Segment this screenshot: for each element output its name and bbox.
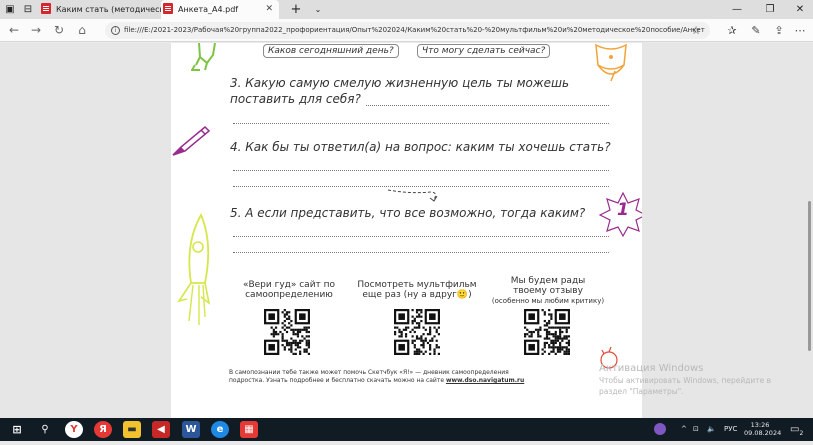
qr-label-line: ) <box>468 290 472 300</box>
network-icon[interactable]: ⊡ <box>693 418 699 441</box>
info-icon: i <box>111 26 120 35</box>
tab-anketa[interactable]: Анкета_A4.pdf ✕ <box>161 0 279 19</box>
pen-icon[interactable]: ✎ <box>746 19 766 42</box>
tab-methodical[interactable]: Каким стать (методически <box>41 0 170 19</box>
close-tab-icon[interactable]: ✕ <box>265 0 273 19</box>
bell-doodle <box>595 43 627 82</box>
file-explorer-icon[interactable]: ▬ <box>123 421 141 438</box>
qr-code-feedback[interactable] <box>524 309 570 355</box>
url-text: file:///E:/2021-2023/Рабочая%20группа202… <box>124 26 705 34</box>
pen-doodle <box>172 125 211 156</box>
question-4: 4. Как бы ты ответил(а) на вопрос: каким… <box>230 140 611 154</box>
start-windows-icon[interactable]: ⊞ <box>8 421 26 438</box>
qr-label-line: твоему отзыву <box>513 286 583 296</box>
taskbar: ⊞ ⚲ Y Я ▬ ◀ W e ▦ ^ ⊡ 🔈 РУС 13:26 09.08.… <box>0 418 813 441</box>
notification-count: 2 <box>799 430 804 437</box>
search-icon[interactable]: ⚲ <box>36 421 54 438</box>
word-icon[interactable]: W <box>182 421 200 438</box>
notification-center-icon[interactable]: ▭2 <box>790 418 803 441</box>
pdf-page: 1 Каков сегодняшний день? Что могу сдела… <box>171 43 642 418</box>
pdf-icon <box>163 3 173 14</box>
more-icon[interactable]: ⋯ <box>790 19 810 42</box>
tab-label: Каким стать (методически <box>56 5 170 14</box>
star-badge-number: 1 <box>617 200 629 220</box>
arrow-doodle <box>387 189 438 202</box>
footer-line: подростка. Узнать подробнее и бесплатно … <box>229 377 445 384</box>
qr-label-feedback: Мы будем рады твоему отзыву (особенно мы… <box>485 276 611 306</box>
watermark-title: Активация Windows <box>599 363 704 374</box>
qr-label-line: Мы будем рады <box>510 276 586 286</box>
question-3-line2: поставить для себя? <box>230 92 361 106</box>
alice-assistant-icon[interactable] <box>654 418 666 441</box>
clock-time: 13:26 <box>750 421 770 429</box>
pdf-viewer: 1 Каков сегодняшний день? Что могу сдела… <box>0 43 813 418</box>
language-indicator[interactable]: РУС <box>724 418 737 441</box>
gallery-app-icon[interactable]: ▦ <box>240 421 258 438</box>
refresh-icon[interactable]: ↻ <box>49 19 69 42</box>
yandex-browser-icon[interactable]: Y <box>65 421 83 438</box>
footer-link[interactable]: www.dso.navigatum.ru <box>446 377 524 384</box>
footer-note: В самопознании тебе также может помочь С… <box>229 369 524 385</box>
tab-label: Анкета_A4.pdf <box>178 5 239 14</box>
answer-line[interactable] <box>233 252 609 253</box>
favorite-star-icon[interactable]: ☆ <box>686 19 706 42</box>
browser-menu-icon[interactable]: ▣ <box>0 0 20 19</box>
question-5: 5. А если представить, что все возможно,… <box>230 206 586 220</box>
pill-today: Каков сегодняшний день? <box>263 44 399 58</box>
tab-bar: ▣ ⊟ Каким стать (методически Анкета_A4.p… <box>0 0 813 19</box>
qr-label-line: еще раз (ну а вдруг <box>362 290 457 300</box>
address-bar: ← → ↻ ⌂ i file:///E:/2021-2023/Рабочая%2… <box>0 19 813 42</box>
monster-doodle <box>191 43 216 71</box>
yandex-icon[interactable]: Я <box>94 421 112 438</box>
answer-line[interactable] <box>233 170 609 171</box>
qr-label-line: «Вери гуд» сайт по <box>242 280 336 290</box>
rocket-doodle <box>177 213 211 325</box>
clock[interactable]: 13:26 09.08.2024 <box>744 421 782 437</box>
scrollbar-thumb[interactable] <box>808 201 811 351</box>
windows-activation-watermark: Активация Windows Чтобы активировать Win… <box>599 363 771 397</box>
answer-line[interactable] <box>366 105 609 106</box>
answer-line[interactable] <box>233 186 609 187</box>
qr-label-cartoon: Посмотреть мультфильм еще раз (ну а вдру… <box>353 280 481 300</box>
smile-emoji-icon: 🙂 <box>456 290 469 300</box>
footer-line: В самопознании тебе также может помочь С… <box>229 369 509 376</box>
minimize-button[interactable]: — <box>722 0 752 19</box>
question-3-line1: 3. Какую самую смелую жизненную цель ты … <box>230 76 570 90</box>
edge-icon[interactable]: e <box>211 421 229 438</box>
share-icon[interactable]: ⇪ <box>769 19 789 42</box>
show-hidden-icons-icon[interactable]: ^ <box>681 418 687 441</box>
tab-actions-icon[interactable]: ⊟ <box>18 0 38 19</box>
qr-label-line: (особенно мы любим критику) <box>491 297 605 305</box>
forward-icon[interactable]: → <box>26 19 46 42</box>
pill-now: Что могу сделать сейчас? <box>417 44 551 58</box>
pdf-icon <box>41 3 51 14</box>
pdf-app-icon[interactable]: ◀ <box>152 421 170 438</box>
favorites-icon[interactable]: ✰ <box>722 19 742 42</box>
answer-line[interactable] <box>233 123 609 124</box>
back-icon[interactable]: ← <box>4 19 24 42</box>
tab-dropdown-icon[interactable]: ⌄ <box>303 0 333 19</box>
qr-code-cartoon[interactable] <box>394 309 440 355</box>
volume-icon[interactable]: 🔈 <box>707 418 716 441</box>
close-window-button[interactable]: ✕ <box>785 0 813 19</box>
qr-label-line: Посмотреть мультфильм <box>357 280 477 290</box>
watermark-line: раздел "Параметры". <box>599 387 684 396</box>
qr-label-site: «Вери гуд» сайт по самоопределению <box>239 280 339 300</box>
watermark-line: Чтобы активировать Windows, перейдите в <box>599 376 772 385</box>
answer-line[interactable] <box>233 236 609 237</box>
url-field[interactable]: i file:///E:/2021-2023/Рабочая%20группа2… <box>105 22 710 39</box>
clock-date: 09.08.2024 <box>744 429 782 437</box>
qr-label-line: самоопределению <box>245 290 333 300</box>
maximize-button[interactable]: ❐ <box>755 0 785 19</box>
vertical-scrollbar[interactable] <box>805 43 813 418</box>
qr-code-site[interactable] <box>264 309 310 355</box>
home-icon[interactable]: ⌂ <box>72 19 92 42</box>
